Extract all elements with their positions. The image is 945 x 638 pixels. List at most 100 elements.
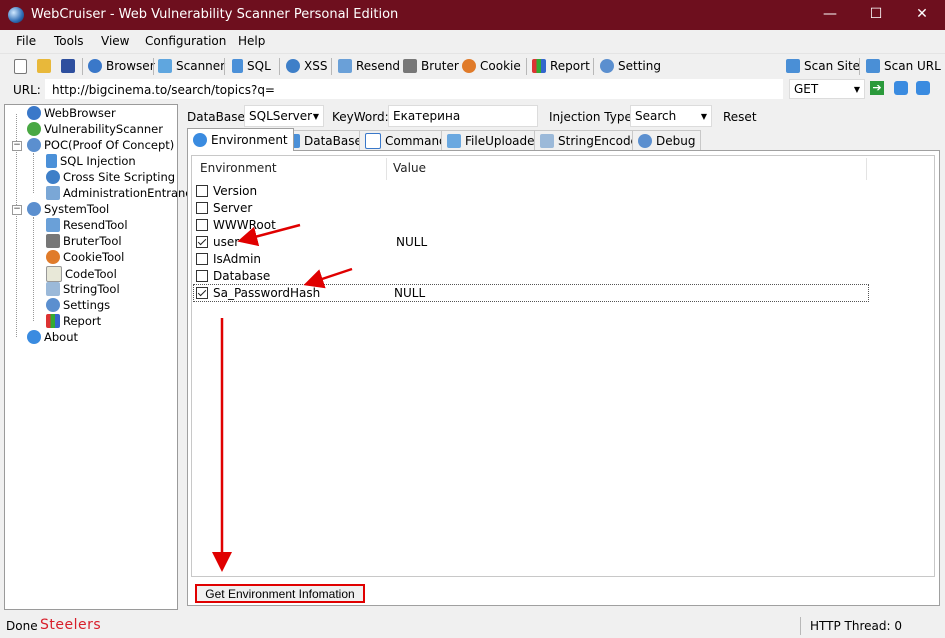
keyword-input[interactable]: Екатерина	[388, 105, 538, 127]
menu-file[interactable]: File	[16, 34, 36, 48]
row-name: Sa_PasswordHash	[213, 286, 321, 300]
row-name: Database	[213, 269, 271, 283]
row-checkbox[interactable]	[196, 236, 208, 248]
tree-item-vulnerability-scanner[interactable]: VulnerabilityScanner	[27, 122, 163, 136]
new-file-button[interactable]	[14, 57, 27, 75]
row-checkbox[interactable]	[196, 219, 208, 231]
column-header-value[interactable]: Value	[393, 156, 426, 180]
table-row[interactable]: Version	[196, 183, 257, 199]
table-row[interactable]: user NULL	[196, 234, 427, 250]
http-method-select[interactable]: GET ▼	[789, 79, 865, 99]
column-header-environment[interactable]: Environment	[200, 156, 277, 180]
tab-fileuploader[interactable]: FileUploader	[441, 130, 546, 150]
scanner-button[interactable]: Scanner	[158, 57, 225, 75]
toolbar-separator	[153, 58, 154, 75]
maximize-button[interactable]: ☐	[853, 0, 899, 30]
new-file-icon	[14, 58, 27, 74]
hammer-icon	[46, 234, 60, 248]
sql-button[interactable]: SQL	[232, 57, 271, 75]
row-checkbox[interactable]	[196, 185, 208, 197]
tab-label: Debug	[656, 133, 696, 148]
http-method-value: GET	[794, 82, 819, 96]
window-title: WebCruiser - Web Vulnerability Scanner P…	[31, 7, 399, 22]
tree-item-report[interactable]: Report	[46, 314, 101, 328]
bar-chart-icon	[46, 314, 60, 328]
title-bar: WebCruiser - Web Vulnerability Scanner P…	[0, 0, 945, 30]
tab-environment[interactable]: Environment	[187, 128, 294, 151]
collapse-toggle[interactable]: −	[12, 141, 22, 151]
stop-icon[interactable]	[916, 81, 930, 95]
url-input[interactable]: http://bigcinema.to/search/topics?q=	[45, 79, 783, 99]
go-arrow-icon[interactable]: ➔	[870, 81, 884, 95]
tree-item-about[interactable]: About	[27, 330, 78, 344]
menu-view[interactable]: View	[101, 34, 129, 48]
column-separator	[866, 158, 867, 180]
database-label: DataBase:	[187, 110, 249, 124]
table-row[interactable]: Database	[196, 268, 270, 284]
upload-arrow-icon	[447, 133, 461, 148]
row-checkbox[interactable]	[196, 202, 208, 214]
url-bar: URL: http://bigcinema.to/search/topics?q…	[0, 79, 945, 101]
tree-item-bruter-tool[interactable]: BruterTool	[46, 234, 122, 248]
cookie-button[interactable]: Cookie	[462, 57, 521, 75]
menu-tools[interactable]: Tools	[54, 34, 84, 48]
close-button[interactable]: ✕	[899, 0, 945, 30]
tree-item-code-tool[interactable]: CodeTool	[46, 266, 117, 282]
database-select[interactable]: SQLServer ▼	[244, 105, 324, 127]
table-row[interactable]: WWWRoot	[196, 217, 276, 233]
table-row[interactable]: IsAdmin	[196, 251, 261, 267]
url-label: URL:	[13, 83, 41, 97]
tree-item-poc[interactable]: POC(Proof Of Concept)	[27, 138, 174, 152]
resend-button[interactable]: Resend	[338, 57, 400, 75]
browser-button[interactable]: Browser	[88, 57, 155, 75]
reset-button[interactable]: Reset	[723, 110, 757, 124]
xss-button[interactable]: XSS	[286, 57, 327, 75]
bar-chart-icon	[532, 59, 546, 73]
gear-icon	[27, 202, 41, 216]
row-checkbox[interactable]	[196, 287, 208, 299]
resend-label: Resend	[356, 59, 401, 73]
tree-item-system-tool[interactable]: SystemTool	[27, 202, 109, 216]
tree-label: Report	[63, 314, 102, 328]
tree-item-administration-entrance[interactable]: AdministrationEntrance	[46, 186, 199, 200]
scan-site-label: Scan Site	[804, 59, 861, 73]
save-button[interactable]	[61, 57, 75, 75]
minimize-button[interactable]: —	[807, 0, 853, 30]
scan-url-button[interactable]: Scan URL	[866, 57, 941, 75]
pause-icon[interactable]	[894, 81, 908, 95]
toolbar-separator	[279, 58, 280, 75]
row-checkbox[interactable]	[196, 253, 208, 265]
tree-label: CodeTool	[65, 267, 117, 281]
bruter-button[interactable]: Bruter	[403, 57, 459, 75]
menu-help[interactable]: Help	[238, 34, 265, 48]
tab-debug[interactable]: Debug	[632, 130, 702, 150]
scan-site-button[interactable]: Scan Site	[786, 57, 860, 75]
row-value: NULL	[396, 235, 428, 249]
tab-command[interactable]: Command	[359, 130, 453, 150]
tab-stringencode[interactable]: StringEncode	[534, 130, 644, 150]
row-checkbox[interactable]	[196, 270, 208, 282]
table-row[interactable]: Sa_PasswordHash NULL	[193, 284, 869, 302]
report-button[interactable]: Report	[532, 57, 590, 75]
tree-item-cross-site-scripting[interactable]: Cross Site Scripting	[46, 170, 175, 184]
code-icon	[46, 266, 62, 282]
tab-label: DataBase	[304, 133, 362, 148]
tree-item-settings[interactable]: Settings	[46, 298, 110, 312]
tree-item-sql-injection[interactable]: SQL Injection	[46, 154, 136, 168]
table-row[interactable]: Server	[196, 200, 252, 216]
tree-item-resend-tool[interactable]: ResendTool	[46, 218, 128, 232]
navigation-tree: WebBrowser VulnerabilityScanner − POC(Pr…	[4, 104, 199, 610]
toolbar-separator	[331, 58, 332, 75]
tree-item-webbrowser[interactable]: WebBrowser	[27, 106, 116, 120]
menu-configuration[interactable]: Configuration	[145, 34, 226, 48]
tree-label: VulnerabilityScanner	[44, 122, 163, 136]
get-environment-information-button[interactable]: Get Environment Infomation	[195, 584, 365, 603]
environment-list: Environment Value Version Server WWWRoot us…	[191, 155, 935, 577]
tree-item-string-tool[interactable]: StringTool	[46, 282, 120, 296]
collapse-toggle[interactable]: −	[12, 205, 22, 215]
injection-type-select[interactable]: Search ▼	[630, 105, 712, 127]
setting-button[interactable]: Setting	[600, 57, 661, 75]
open-folder-button[interactable]	[37, 57, 51, 75]
tree-item-cookie-tool[interactable]: CookieTool	[46, 250, 124, 264]
tree-label: BruterTool	[63, 234, 122, 248]
